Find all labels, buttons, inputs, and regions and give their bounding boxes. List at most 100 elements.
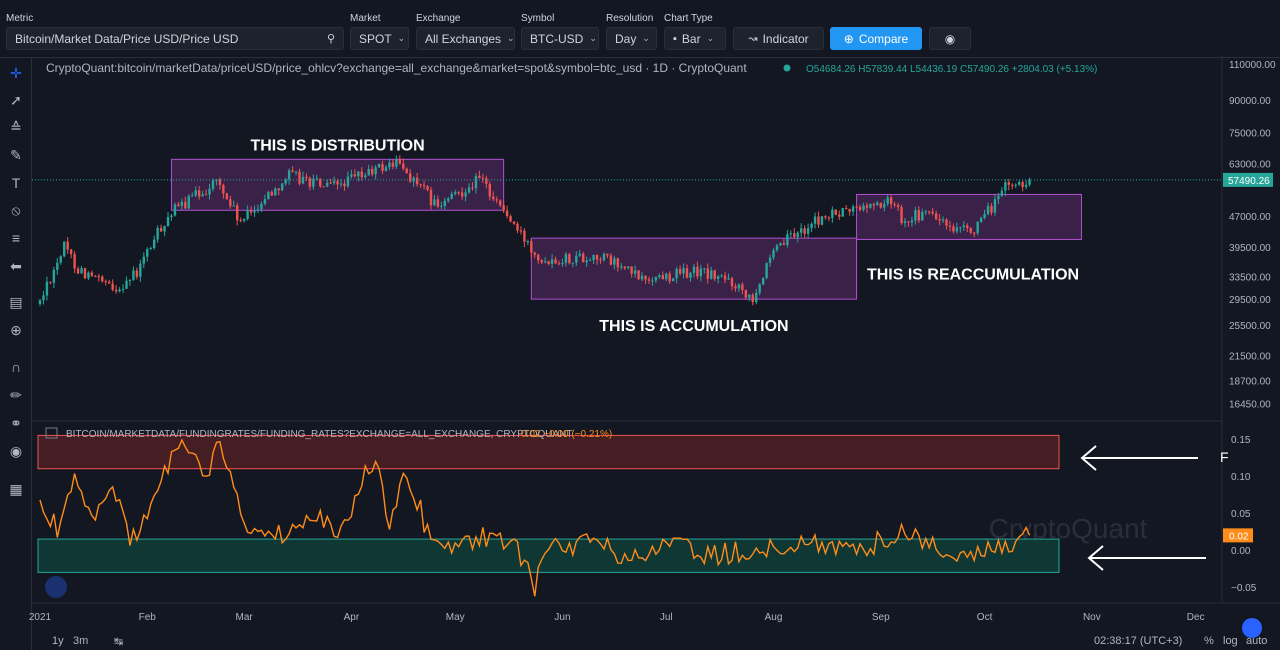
funding-zone-high xyxy=(37,434,1060,470)
funding-value-readout: 0.02 −0.00 (−0.21%) xyxy=(521,429,612,440)
candle-body xyxy=(730,278,734,287)
price-tick-label: 110000.00 xyxy=(1229,60,1276,71)
candle xyxy=(52,266,56,289)
candle-body xyxy=(599,259,602,261)
candle xyxy=(900,204,903,225)
funding-tick-label: 0.05 xyxy=(1231,509,1251,520)
candle-body xyxy=(360,171,363,178)
candle-body xyxy=(90,272,94,276)
candle xyxy=(1000,186,1004,198)
candle xyxy=(139,259,142,282)
candle-body xyxy=(1017,182,1021,185)
candle-body xyxy=(782,243,786,245)
candle-body xyxy=(52,269,56,283)
candle-body xyxy=(56,262,59,270)
funding-tick-label: 0.15 xyxy=(1231,435,1251,446)
candle-body xyxy=(675,268,678,279)
candle-body xyxy=(537,254,540,260)
candle-body xyxy=(59,256,62,263)
candle-body xyxy=(1024,184,1028,187)
candle-body xyxy=(384,167,388,171)
candle-body xyxy=(921,212,924,221)
candle-body xyxy=(146,248,149,257)
candle-body xyxy=(858,206,862,210)
candle-body xyxy=(239,220,242,222)
auto-toggle[interactable]: auto xyxy=(1246,635,1267,647)
candle xyxy=(509,214,512,223)
candle-body xyxy=(353,174,357,177)
candle-body xyxy=(128,279,132,281)
candle-body xyxy=(568,254,571,264)
price-tick-label: 18700.00 xyxy=(1229,377,1271,388)
candle xyxy=(94,275,97,278)
candle-body xyxy=(415,177,419,185)
log-toggle[interactable]: log xyxy=(1223,635,1238,647)
candle-body xyxy=(1004,182,1007,191)
candle xyxy=(810,222,813,233)
candle-body xyxy=(163,226,166,232)
candle xyxy=(128,279,132,286)
candle-body xyxy=(820,216,824,225)
candle-body xyxy=(194,190,197,196)
candle-body xyxy=(907,221,910,223)
candle-body xyxy=(844,208,848,210)
candle-body xyxy=(298,171,301,184)
candle-body xyxy=(180,201,184,206)
candle-body xyxy=(114,289,118,292)
candle-body xyxy=(969,227,972,233)
candle-body xyxy=(305,176,308,179)
candle-body xyxy=(281,183,284,191)
candle xyxy=(671,277,675,282)
candle xyxy=(761,277,765,286)
time-tick-label: Mar xyxy=(236,612,254,623)
candle-body xyxy=(772,250,775,258)
chart-canvas[interactable]: CryptoQuantTHIS IS DISTRIBUTIONTHIS IS A… xyxy=(0,0,1280,650)
candle xyxy=(156,225,159,243)
range-3m-button[interactable]: 3m xyxy=(73,635,88,647)
candle xyxy=(824,215,827,220)
candle-body xyxy=(914,210,917,221)
time-tick-label: May xyxy=(446,612,465,623)
candle-body xyxy=(76,268,80,274)
candle-body xyxy=(308,178,312,187)
candle-body xyxy=(910,220,914,223)
candle xyxy=(841,207,844,217)
candle-body xyxy=(779,243,782,246)
candle-body xyxy=(633,270,637,274)
candle-body xyxy=(557,263,561,265)
candle xyxy=(1004,179,1007,196)
logo-bubble-icon xyxy=(45,576,67,598)
time-tick-label: Feb xyxy=(139,612,157,623)
range-1y-button[interactable]: 1y xyxy=(52,635,64,647)
funding-tick-label: 0.00 xyxy=(1231,546,1251,557)
percent-toggle[interactable]: % xyxy=(1204,635,1214,647)
candle-body xyxy=(381,164,384,171)
candle xyxy=(111,279,114,292)
candle xyxy=(90,270,94,278)
candle xyxy=(519,226,523,235)
candle-body xyxy=(678,268,682,274)
candle-body xyxy=(156,228,159,240)
candle xyxy=(170,213,173,221)
candle-body xyxy=(893,204,896,206)
candle-body xyxy=(322,186,325,188)
candle-body xyxy=(668,273,671,282)
candle-body xyxy=(689,272,692,278)
candle-body xyxy=(623,266,626,269)
candle-body xyxy=(813,216,817,224)
live-dot-icon xyxy=(783,64,791,72)
candle-body xyxy=(938,219,941,221)
candle xyxy=(121,284,125,294)
candle-body xyxy=(959,227,962,229)
candle-body xyxy=(270,191,274,196)
candle xyxy=(114,285,118,294)
candle xyxy=(132,266,135,281)
candle-body xyxy=(990,205,993,213)
candle-body xyxy=(658,275,661,277)
candle-body xyxy=(941,219,945,221)
date-range-icon[interactable]: ↹ xyxy=(114,635,123,648)
candle xyxy=(76,266,80,275)
candle xyxy=(83,267,87,280)
candle-body xyxy=(170,215,173,217)
candle xyxy=(817,211,820,228)
